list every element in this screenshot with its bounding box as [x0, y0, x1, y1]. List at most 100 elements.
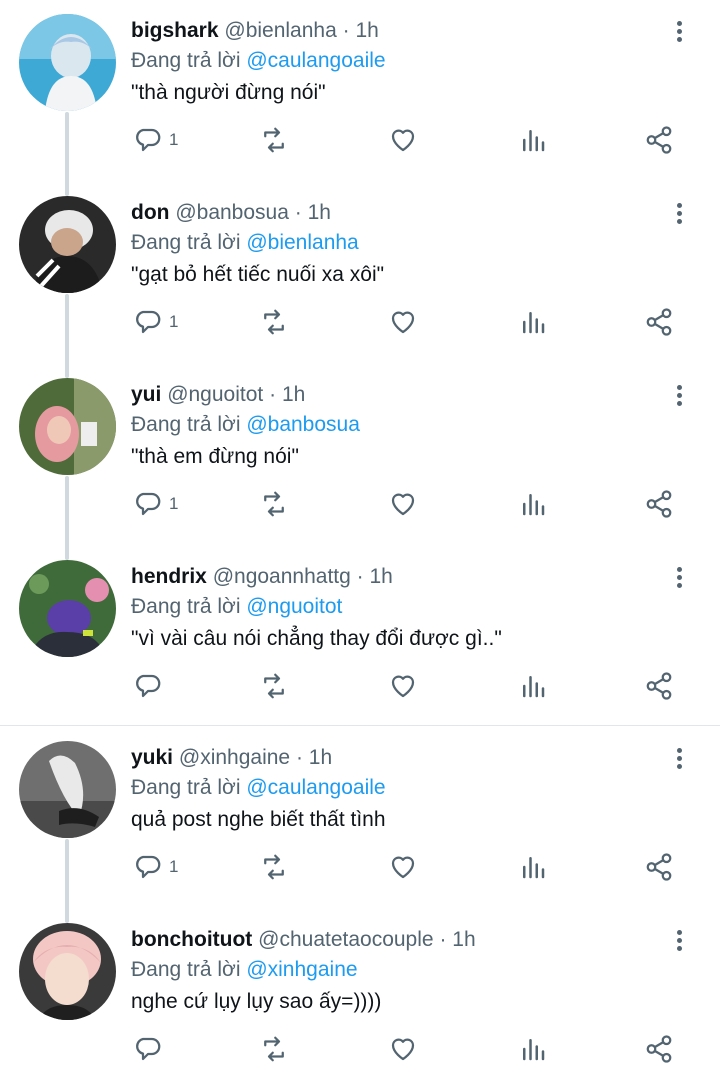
retweet-button[interactable]	[259, 302, 289, 342]
username[interactable]: @ngoannhattg	[213, 565, 351, 588]
retweet-icon	[264, 491, 284, 517]
timestamp[interactable]: 1h	[308, 201, 331, 224]
share-button[interactable]	[644, 1029, 674, 1069]
retweet-button[interactable]	[259, 120, 289, 160]
tweet[interactable]: bigshark @bienlanha · 1h Đang trả lời @c…	[0, 0, 720, 182]
mention-link[interactable]: @banbosua	[246, 413, 360, 436]
display-name[interactable]: bonchoituot	[131, 928, 252, 951]
retweet-button[interactable]	[259, 847, 289, 887]
thread-divider	[0, 725, 720, 726]
heart-icon	[391, 675, 415, 698]
avatar[interactable]	[19, 923, 116, 1020]
username[interactable]: @chuatetaocouple	[258, 928, 433, 951]
replying-to-label: Đang trả lời	[131, 413, 241, 436]
analytics-button[interactable]	[518, 302, 548, 342]
timestamp[interactable]: 1h	[452, 928, 475, 951]
heart-icon	[391, 311, 415, 334]
more-options-icon[interactable]	[670, 200, 690, 228]
reply-button[interactable]: 1	[133, 120, 178, 160]
retweet-icon	[264, 673, 284, 699]
avatar[interactable]	[19, 378, 116, 475]
username[interactable]: @banbosua	[175, 201, 289, 224]
reply-button[interactable]: 1	[133, 302, 178, 342]
more-options-icon[interactable]	[670, 382, 690, 410]
share-icon	[646, 490, 672, 518]
display-name[interactable]: hendrix	[131, 565, 207, 588]
share-button[interactable]	[644, 847, 674, 887]
action-bar: 1	[0, 120, 720, 160]
like-button[interactable]	[388, 666, 418, 706]
timestamp[interactable]: 1h	[309, 746, 332, 769]
more-options-icon[interactable]	[670, 927, 690, 955]
tweet[interactable]: hendrix @ngoannhattg · 1h Đang trả lời @…	[0, 546, 720, 726]
bar-chart-icon	[523, 130, 545, 152]
reply-count: 1	[169, 312, 179, 331]
share-button[interactable]	[644, 120, 674, 160]
action-bar	[0, 666, 720, 706]
mention-link[interactable]: @xinhgaine	[246, 958, 357, 981]
avatar[interactable]	[19, 560, 116, 657]
mention-link[interactable]: @caulangoaile	[246, 776, 385, 799]
reply-button[interactable]	[133, 666, 169, 706]
share-button[interactable]	[644, 666, 674, 706]
tweet-header: yuki @xinhgaine · 1h	[131, 744, 660, 772]
replying-to-label: Đang trả lời	[131, 231, 241, 254]
action-bar: 1	[0, 302, 720, 342]
analytics-button[interactable]	[518, 666, 548, 706]
mention-link[interactable]: @bienlanha	[246, 231, 358, 254]
username[interactable]: @nguoitot	[167, 383, 263, 406]
avatar[interactable]	[19, 14, 116, 111]
reply-button[interactable]: 1	[133, 484, 178, 524]
more-options-icon[interactable]	[670, 564, 690, 592]
like-button[interactable]	[388, 484, 418, 524]
tweet-header: bigshark @bienlanha · 1h	[131, 17, 660, 45]
display-name[interactable]: don	[131, 201, 169, 224]
analytics-button[interactable]	[518, 484, 548, 524]
share-icon	[646, 672, 672, 700]
tweet[interactable]: don @banbosua · 1h Đang trả lời @bienlan…	[0, 182, 720, 364]
retweet-icon	[264, 127, 284, 153]
retweet-button[interactable]	[259, 484, 289, 524]
mention-link[interactable]: @caulangoaile	[246, 49, 385, 72]
tweet-header: hendrix @ngoannhattg · 1h	[131, 563, 660, 591]
like-button[interactable]	[388, 302, 418, 342]
like-button[interactable]	[388, 1029, 418, 1069]
action-bar: 1	[0, 484, 720, 524]
like-button[interactable]	[388, 120, 418, 160]
heart-icon	[391, 1038, 415, 1061]
reply-button[interactable]	[133, 1029, 169, 1069]
tweet[interactable]: bonchoituot @chuatetaocouple · 1h Đang t…	[0, 909, 720, 1084]
username[interactable]: @bienlanha	[224, 19, 336, 42]
tweet[interactable]: yuki @xinhgaine · 1h Đang trả lời @caula…	[0, 727, 720, 909]
bar-chart-icon	[523, 676, 545, 698]
more-options-icon[interactable]	[670, 745, 690, 773]
share-button[interactable]	[644, 484, 674, 524]
like-button[interactable]	[388, 847, 418, 887]
display-name[interactable]: bigshark	[131, 19, 219, 42]
more-options-icon[interactable]	[670, 18, 690, 46]
heart-icon	[391, 493, 415, 516]
timestamp[interactable]: 1h	[282, 383, 305, 406]
replying-to-label: Đang trả lời	[131, 776, 241, 799]
share-icon	[646, 1035, 672, 1063]
analytics-button[interactable]	[518, 120, 548, 160]
reply-button[interactable]: 1	[133, 847, 178, 887]
display-name[interactable]: yui	[131, 383, 161, 406]
timestamp[interactable]: 1h	[355, 19, 378, 42]
analytics-button[interactable]	[518, 847, 548, 887]
analytics-button[interactable]	[518, 1029, 548, 1069]
replying-to-label: Đang trả lời	[131, 49, 241, 72]
mention-link[interactable]: @nguoitot	[246, 595, 342, 618]
avatar[interactable]	[19, 741, 116, 838]
avatar[interactable]	[19, 196, 116, 293]
separator-dot: ·	[295, 746, 303, 769]
retweet-button[interactable]	[259, 666, 289, 706]
timestamp[interactable]: 1h	[370, 565, 393, 588]
display-name[interactable]: yuki	[131, 746, 173, 769]
share-button[interactable]	[644, 302, 674, 342]
separator-dot: ·	[439, 928, 447, 951]
reply-icon	[136, 128, 161, 152]
tweet[interactable]: yui @nguoitot · 1h Đang trả lời @banbosu…	[0, 364, 720, 546]
retweet-button[interactable]	[259, 1029, 289, 1069]
username[interactable]: @xinhgaine	[179, 746, 290, 769]
